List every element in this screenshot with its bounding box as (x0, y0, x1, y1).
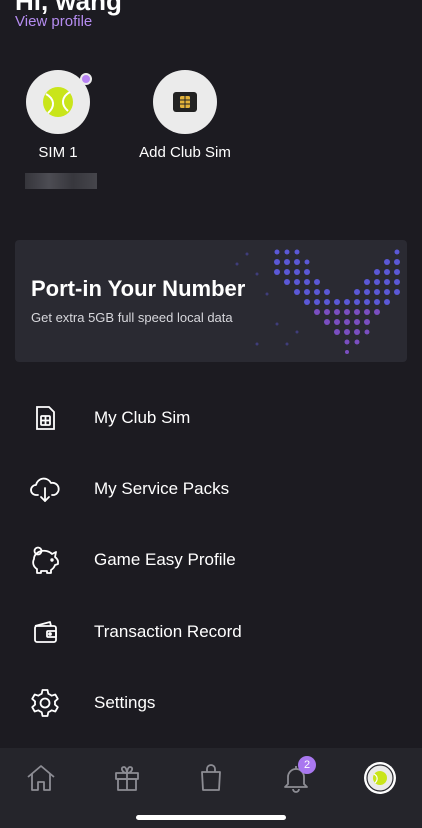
tennis-ball-icon (43, 87, 73, 117)
add-club-sim-avatar (153, 70, 217, 134)
menu-item-label: Transaction Record (94, 622, 242, 641)
shopping-bag-icon (201, 764, 221, 791)
banner-title: Port-in Your Number (31, 276, 246, 301)
banner-subtitle: Get extra 5GB full speed local data (31, 310, 233, 325)
sim-card-outline-icon (28, 401, 62, 435)
home-icon (27, 765, 55, 791)
menu-item-transaction-record[interactable]: Transaction Record (0, 604, 422, 660)
sim-1-tile[interactable]: SIM 1 (0, 70, 118, 161)
view-profile-link[interactable]: View profile (15, 13, 92, 30)
cloud-download-icon (28, 472, 62, 506)
sim-1-avatar (26, 70, 92, 134)
gift-icon (115, 766, 139, 791)
wallet-icon (28, 615, 62, 649)
menu-item-label: Game Easy Profile (94, 550, 236, 569)
menu-item-game-easy-profile[interactable]: Game Easy Profile (0, 532, 422, 588)
status-dot (80, 73, 92, 85)
tab-shop[interactable] (189, 756, 233, 800)
menu-item-my-club-sim[interactable]: My Club Sim (0, 390, 422, 446)
menu-item-label: My Club Sim (94, 408, 191, 427)
home-indicator (136, 815, 286, 820)
menu-item-label: My Service Packs (94, 479, 230, 498)
menu-item-label: Settings (94, 693, 156, 712)
notification-badge: 2 (298, 756, 316, 774)
piggy-bank-icon (28, 543, 62, 577)
sim-card-icon (173, 92, 197, 112)
tab-notifications[interactable]: 2 (274, 756, 318, 800)
masked-phone-number (25, 173, 97, 189)
add-club-sim-tile[interactable]: Add Club Sim (125, 70, 245, 161)
add-club-sim-label: Add Club Sim (139, 144, 231, 161)
tab-home[interactable] (19, 756, 63, 800)
profile-avatar-icon (364, 762, 396, 794)
menu-item-my-service-packs[interactable]: My Service Packs (0, 461, 422, 517)
tab-profile[interactable] (358, 756, 402, 800)
port-in-banner[interactable]: Port-in Your Number Get extra 5GB full s… (15, 240, 407, 362)
tab-gifts[interactable] (105, 756, 149, 800)
menu-item-settings[interactable]: Settings (0, 675, 422, 731)
sim-1-label: SIM 1 (38, 144, 78, 161)
gear-icon (28, 686, 62, 720)
